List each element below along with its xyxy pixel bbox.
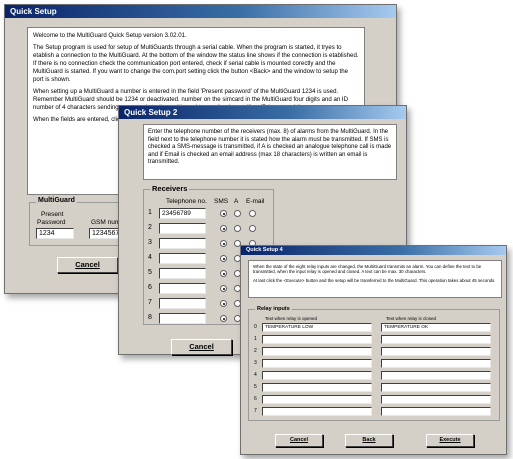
execute-info-paragraph: At last click the <Execute> button and t…	[253, 277, 496, 283]
back-button[interactable]: Back	[345, 434, 393, 447]
cancel-button[interactable]: Cancel	[57, 257, 118, 273]
sms-radio[interactable]	[220, 270, 227, 277]
relay-opened-text-field[interactable]	[262, 407, 372, 416]
telephone-number-field[interactable]	[159, 223, 206, 234]
password-field[interactable]: 1234	[36, 228, 74, 239]
sms-radio[interactable]	[220, 225, 227, 232]
receiver-row-number: 7	[148, 299, 152, 306]
relay-inputs-group-label: Relay inputs	[255, 306, 292, 312]
relay-row-number: 2	[254, 348, 257, 354]
relay-closed-text-field[interactable]	[381, 335, 491, 344]
relay-row-number: 0	[254, 324, 257, 330]
telephone-number-field[interactable]	[159, 253, 206, 264]
relay-closed-text-field[interactable]	[381, 395, 491, 404]
relay-opened-text-field[interactable]	[262, 335, 372, 344]
sms-radio[interactable]	[220, 210, 227, 217]
telephone-number-field[interactable]	[159, 238, 206, 249]
receivers-info-panel: Enter the telephone number of the receiv…	[143, 124, 397, 180]
sms-radio[interactable]	[220, 240, 227, 247]
analogue-radio[interactable]	[234, 210, 241, 217]
receiver-row-number: 5	[148, 269, 152, 276]
password-label: Password	[37, 219, 66, 226]
relay-closed-text-field[interactable]	[381, 407, 491, 416]
setup-description-paragraph: The Setup program is used for setup of M…	[33, 44, 359, 83]
sms-column-header: SMS	[214, 198, 229, 205]
telephone-column-header: Telephone no.	[166, 198, 207, 205]
receiver-row-number: 3	[148, 239, 152, 246]
cancel-button[interactable]: Cancel	[275, 434, 323, 447]
receiver-row-number: 1	[148, 209, 152, 216]
closed-column-header: Text when relay is closed	[386, 316, 437, 321]
relay-opened-text-field[interactable]	[262, 347, 372, 356]
telephone-number-field[interactable]	[159, 313, 206, 324]
relay-row-number: 4	[254, 372, 257, 378]
cancel-button[interactable]: Cancel	[171, 339, 232, 355]
present-label: Present	[41, 211, 64, 218]
cancel-button-label: Cancel	[75, 260, 100, 269]
receiver-row-number: 2	[148, 224, 152, 231]
telephone-number-field[interactable]	[159, 268, 206, 279]
window-title: Quick Setup 4	[246, 247, 283, 253]
multiguard-group-label: MultiGuard	[36, 197, 77, 204]
receiver-row-number: 4	[148, 254, 152, 261]
relay-closed-text-field[interactable]: TEMPERATURE OK	[381, 323, 491, 332]
relay-row-number: 1	[254, 336, 257, 342]
telephone-number-field[interactable]	[159, 283, 206, 294]
receiver-row-number: 6	[148, 284, 152, 291]
welcome-paragraph: Welcome to the MultiGuard Quick Setup ve…	[33, 32, 187, 39]
window-title: Quick Setup	[10, 7, 57, 16]
window-title-bar[interactable]: Quick Setup	[5, 5, 396, 18]
window-title-bar[interactable]: Quick Setup 4	[241, 246, 506, 255]
relay-row-number: 5	[254, 384, 257, 390]
sms-radio[interactable]	[220, 255, 227, 262]
receivers-group-label: Receivers	[150, 184, 190, 193]
relay-closed-text-field[interactable]	[381, 383, 491, 392]
receivers-info-text: Enter the telephone number of the receiv…	[148, 129, 392, 166]
analogue-radio[interactable]	[234, 225, 241, 232]
cancel-button-label: Cancel	[289, 437, 309, 443]
back-button-label: Back	[362, 437, 376, 443]
relay-opened-text-field[interactable]: TEMPERATURE LOW	[262, 323, 372, 332]
cancel-button-label: Cancel	[189, 342, 214, 351]
relay-opened-text-field[interactable]	[262, 395, 372, 404]
execute-button[interactable]: Execute	[426, 434, 474, 447]
relay-opened-text-field[interactable]	[262, 383, 372, 392]
email-radio[interactable]	[249, 210, 256, 217]
relay-opened-text-field[interactable]	[262, 359, 372, 368]
quick-setup-4-window: Quick Setup 4 When the state of the eigh…	[240, 245, 507, 455]
sms-radio[interactable]	[220, 300, 227, 307]
relay-opened-text-field[interactable]	[262, 371, 372, 380]
relay-row-number: 6	[254, 396, 257, 402]
telephone-number-field[interactable]	[159, 298, 206, 309]
relay-closed-text-field[interactable]	[381, 359, 491, 368]
relay-closed-text-field[interactable]	[381, 347, 491, 356]
telephone-number-field[interactable]: 23456789	[159, 208, 206, 219]
email-radio[interactable]	[249, 225, 256, 232]
execute-button-label: Execute	[439, 437, 461, 443]
relay-info-panel: When the state of the eight relay inputs…	[248, 260, 502, 298]
relay-info-paragraph: When the state of the eight relay inputs…	[253, 264, 482, 275]
window-title: Quick Setup 2	[124, 108, 178, 117]
sms-radio[interactable]	[220, 285, 227, 292]
email-column-header: E-mail	[246, 198, 265, 205]
window-title-bar[interactable]: Quick Setup 2	[119, 106, 406, 119]
receiver-row-number: 8	[148, 314, 152, 321]
opened-column-header: Text when relay is opened	[265, 316, 318, 321]
relay-closed-text-field[interactable]	[381, 371, 491, 380]
sms-radio[interactable]	[220, 315, 227, 322]
relay-row-number: 7	[254, 408, 257, 414]
relay-row-number: 3	[254, 360, 257, 366]
analogue-column-header: A	[234, 198, 239, 205]
